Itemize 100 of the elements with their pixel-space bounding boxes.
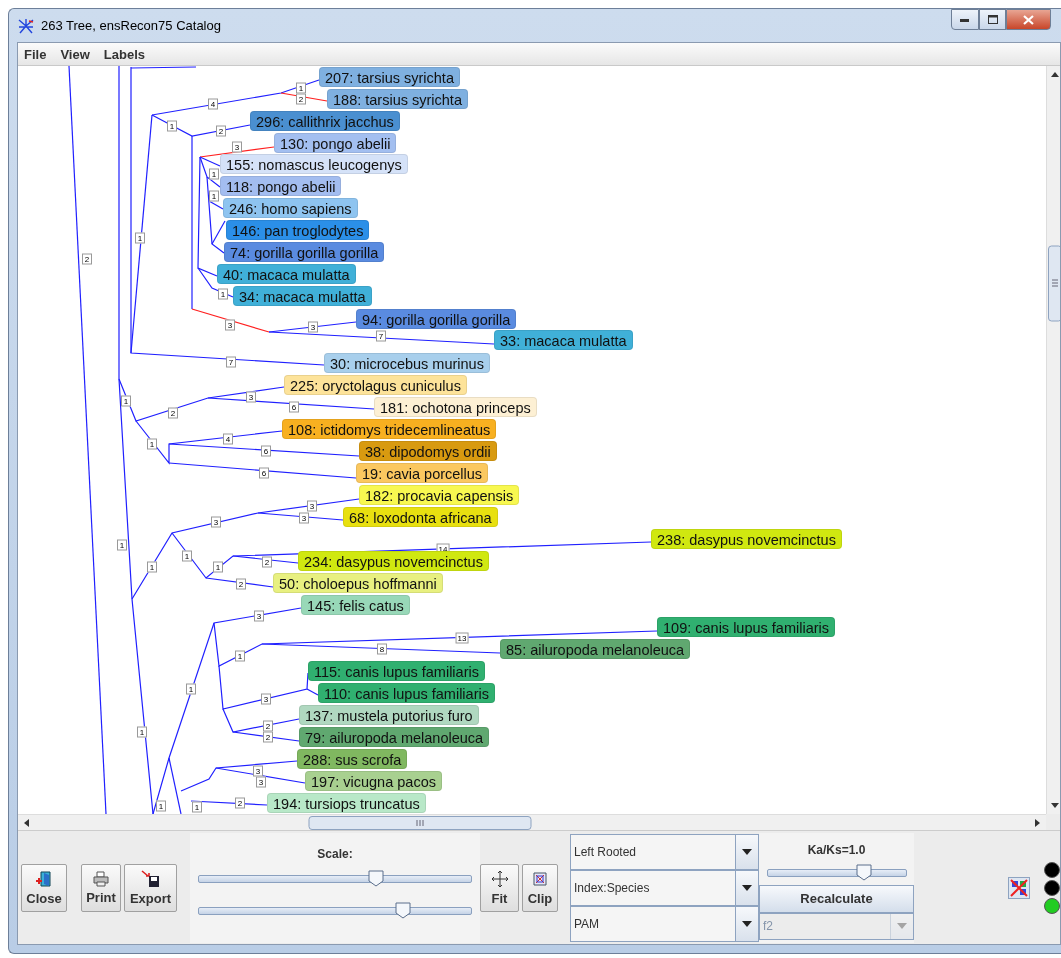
leaf-label[interactable]: 40: macaca mulatta [217,264,356,284]
dropdown-arrow-icon [742,884,752,891]
ka-ks-label: Ka/Ks=1.0 [807,842,866,857]
menu-item[interactable]: File [24,46,47,62]
leaf-label[interactable]: 79: ailuropoda melanoleuca [299,727,490,747]
leaf-label[interactable]: 137: mustela putorius furo [299,705,479,725]
branch-length-label: 3 [211,516,221,528]
leaf-label[interactable]: 246: homo sapiens [223,198,358,218]
branch-length-label: 1 [117,539,127,551]
close-button[interactable] [1006,9,1051,30]
exit-door-icon [35,869,53,888]
leaf-label[interactable]: 34: macaca mulatta [233,286,372,306]
branch-length-label: 1 [182,550,192,562]
leaf-label[interactable]: 19: cavia porcellus [356,463,489,483]
branch-length-label: 3 [246,391,256,403]
branch-length-label: 3 [232,141,242,153]
branch-length-label: 2 [236,578,246,590]
dropdown[interactable]: Left Rooted [570,833,759,870]
branch-length-label: 1 [156,800,166,812]
toolbar-button[interactable]: Clip [522,863,558,912]
branch-length-label: 6 [289,401,299,413]
leaf-label[interactable]: 38: dipodomys ordii [359,441,497,461]
color-toggle-icon[interactable] [1008,876,1030,899]
branch-length-label: 2 [263,720,273,732]
branch-length-label: 3 [225,319,235,331]
slider-thumb[interactable] [367,869,384,887]
branch-length-label: 1 [137,726,147,738]
branch-length-label: 2 [82,253,92,265]
leaf-label[interactable]: 182: procavia capensis [359,485,520,505]
leaf-label[interactable]: 85: ailuropoda melanoleuca [500,639,691,659]
branch-length-label: 3 [254,610,264,622]
branch-length-label: 3 [307,500,317,512]
leaf-label[interactable]: 110: canis lupus familiaris [318,683,495,703]
branch-length-label: 1 [218,288,228,300]
slider-thumb[interactable] [856,863,873,881]
leaf-label[interactable]: 68: loxodonta africana [343,507,498,527]
branch-length-label: 2 [296,93,306,105]
toolbar-button[interactable]: Export [124,863,177,912]
dropdown[interactable]: Index:Species [570,869,759,906]
branch-length-label: 2 [262,556,272,568]
branch-length-label: 2 [263,731,273,743]
leaf-label[interactable]: 109: canis lupus familiaris [657,617,836,637]
leaf-label[interactable]: 207: tarsius syrichta [319,67,460,87]
leaf-label[interactable]: 108: ictidomys tridecemlineatus [282,419,497,439]
toolbar-button[interactable]: Fit [480,863,519,912]
menu-item[interactable]: View [60,46,90,62]
branch-length-label: 1 [147,561,157,573]
leaf-label[interactable]: 197: vicugna pacos [305,771,442,791]
branch-length-label: 1 [235,650,245,662]
leaf-label[interactable]: 238: dasypus novemcinctus [651,529,842,549]
branch-length-label: 1 [209,168,219,180]
toolbar-button[interactable]: Close [21,863,67,912]
recalculate-button[interactable]: Recalculate [759,884,914,913]
leaf-label[interactable]: 50: choloepus hoffmanni [273,573,443,593]
leaf-label[interactable]: 225: oryctolagus cuniculus [284,375,467,395]
leaf-label[interactable]: 74: gorilla gorilla gorilla [224,242,385,262]
dropdown[interactable]: PAM [570,905,759,942]
leaf-label[interactable]: 188: tarsius syrichta [327,89,468,109]
leaf-label[interactable]: 234: dasypus novemcinctus [298,551,489,571]
leaf-label[interactable]: 288: sus scrofa [297,749,408,769]
branch-length-label: 1 [186,683,196,695]
leaf-label[interactable]: 296: callithrix jacchus [250,111,400,131]
branch-length-label: 1 [135,232,145,244]
branch-length-label: 1 [167,120,177,132]
move-arrows-icon [490,869,509,888]
branch-length-label: 13 [455,632,469,644]
branch-length-label: 2 [168,407,178,419]
dropdown-arrow-icon [897,923,907,929]
branch-length-label: 6 [259,467,269,479]
branch-length-label: 1 [147,438,157,450]
leaf-label[interactable]: 145: felis catus [301,595,410,615]
leaf-label[interactable]: 94: gorilla gorilla gorilla [356,309,517,329]
leaf-label[interactable]: 118: pongo abelii [220,176,342,196]
vertical-scrollbar[interactable] [1046,66,1060,814]
branch-length-label: 8 [377,643,387,655]
branch-length-label: 2 [216,125,226,137]
leaf-label[interactable]: 194: tursiops truncatus [267,793,426,813]
floppy-disk-icon [140,869,161,888]
crop-frame-icon [531,869,549,888]
maximize-button[interactable] [979,9,1006,30]
minimize-button[interactable] [951,9,979,30]
branch-length-label: 3 [308,321,318,333]
leaf-label[interactable]: 130: pongo abelii [274,133,397,153]
menu-item[interactable]: Labels [103,46,145,62]
branch-length-label: 1 [192,801,202,813]
leaf-label[interactable]: 181: ochotona princeps [374,397,537,417]
branch-length-label: 3 [299,512,309,524]
tree-logo-icon [17,17,35,34]
horizontal-scrollbar[interactable] [18,814,1046,830]
leaf-label[interactable]: 33: macaca mulatta [494,330,633,350]
dropdown-arrow-icon [742,920,752,927]
leaf-label[interactable]: 115: canis lupus familiaris [308,661,485,681]
toolbar-button[interactable]: Print [81,863,121,912]
minimize-icon [960,17,970,22]
printer-icon [92,870,110,887]
dropdown-arrow-icon [742,848,752,855]
leaf-label[interactable]: 30: microcebus murinus [324,353,490,373]
slider-thumb[interactable] [395,901,411,919]
leaf-label[interactable]: 146: pan troglodytes [226,220,370,240]
leaf-label[interactable]: 155: nomascus leucogenys [220,154,408,174]
